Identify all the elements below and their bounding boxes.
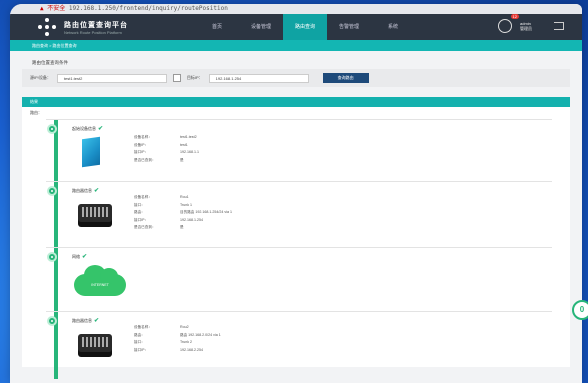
- detail-key: 是否已查到：: [134, 157, 156, 162]
- notification-badge: 12: [510, 14, 519, 19]
- app-title: 路由位置查询平台: [64, 21, 128, 29]
- power-icon[interactable]: 12: [498, 14, 519, 33]
- app-logo-icon: [38, 18, 56, 36]
- route-node: 路由器信息 ✔ 设备名称： Rou1 接口： Trunk 1 路由： 目的路由 192.…: [46, 181, 552, 243]
- user-area: 12 admin 管理员: [498, 14, 564, 33]
- route-node: 起始设备信息 ✔ 设备名称： test1.test2 设备IP： test1 接口IP…: [46, 119, 552, 177]
- main-nav: 首页 设备管理 路由查询 告警管理 系统: [195, 14, 415, 40]
- nav-item-route-query[interactable]: 路由查询: [283, 14, 327, 40]
- node-dot-icon: [47, 252, 57, 262]
- search-panel-title: 路由位置查询条件: [32, 60, 68, 65]
- app-subtitle: Network Route Position Platform: [64, 29, 122, 35]
- brand: 路由位置查询平台 Network Route Position Platform: [64, 20, 128, 35]
- check-icon: ✔: [94, 188, 100, 194]
- detail-key: 设备IP：: [134, 142, 149, 147]
- detail-key: 设备名称：: [134, 135, 152, 139]
- floating-action-button[interactable]: 0: [572, 300, 588, 320]
- detail-key: 设备名称：: [134, 195, 152, 199]
- node-details: 设备名称： Rou1 接口： Trunk 1 路由： 目的路由 192.168.1.2…: [134, 194, 232, 232]
- node-dot-icon: [47, 124, 57, 134]
- nav-item-home[interactable]: 首页: [195, 14, 239, 40]
- route-panel: 路由： 起始设备信息 ✔ 设备名称： test1.test2 设备IP： test1 …: [22, 107, 570, 379]
- security-warning: ▲ 不安全: [40, 5, 66, 12]
- detail-value: test1.test2: [180, 135, 197, 139]
- node-dot-icon: [47, 186, 57, 196]
- detail-value: Rou1: [180, 195, 189, 199]
- cloud-label: INTERNET: [91, 283, 109, 287]
- user-name[interactable]: admin 管理员: [520, 21, 532, 31]
- source-label: 源IP/设备：: [30, 75, 51, 80]
- node-details: 设备名称： test1.test2 设备IP： test1 接口IP： 192.168…: [134, 134, 199, 164]
- dest-input[interactable]: 192.168.1.254: [208, 73, 309, 83]
- route-node: 网络 ✔ INTERNET: [46, 247, 552, 307]
- detail-value: Trunk 2: [180, 340, 193, 344]
- node-title: 网络 ✔: [72, 253, 87, 260]
- detail-value: test1: [180, 142, 188, 147]
- node-dot-icon: [47, 316, 57, 326]
- dest-label: 目标IP：: [186, 75, 203, 80]
- detail-key: 路由：: [134, 332, 145, 337]
- detail-value: 是: [180, 225, 184, 229]
- search-bar: 源IP/设备： test1.test2 目标IP： 192.168.1.254 …: [22, 69, 570, 87]
- logout-icon[interactable]: [554, 22, 564, 30]
- user-line-2: 管理员: [520, 26, 532, 31]
- source-picker-icon[interactable]: [172, 74, 181, 82]
- route-node: 路由器信息 ✔ 设备名称： Rou2 路由： 路由 192.168.2.0/24 vi…: [46, 311, 552, 371]
- detail-key: 路由：: [134, 210, 145, 214]
- route-label: 路由：: [30, 110, 42, 115]
- check-icon: ✔: [94, 318, 100, 324]
- detail-key: 设备名称：: [134, 325, 152, 329]
- detail-value: Trunk 1: [180, 202, 193, 207]
- detail-value: 192.168.1.1: [180, 150, 199, 154]
- node-title-text: 路由器信息: [72, 318, 92, 323]
- browser-url-bar[interactable]: ▲ 不安全 192.168.1.250/frontend/inquiry/rou…: [10, 4, 582, 14]
- check-icon: ✔: [82, 254, 88, 260]
- cloud-icon: INTERNET: [74, 265, 126, 296]
- detail-value: 192.168.1.254: [180, 217, 203, 222]
- result-header: 结果: [22, 97, 570, 107]
- check-icon: ✔: [98, 126, 104, 132]
- node-title-text: 路由器信息: [72, 188, 92, 193]
- detail-key: 是否已查到：: [134, 225, 156, 229]
- node-title: 路由器信息 ✔: [72, 317, 99, 324]
- detail-key: 接口：: [134, 202, 145, 207]
- breadcrumb: 路由查询 > 路由位置查询: [10, 40, 582, 51]
- app-window: ▲ 不安全 192.168.1.250/frontend/inquiry/rou…: [10, 4, 582, 383]
- router-icon: [78, 204, 112, 222]
- router-icon: [78, 334, 112, 352]
- node-title: 起始设备信息 ✔: [72, 125, 103, 132]
- detail-value: 目的路由 192.168.1.254/24 via 1: [180, 210, 232, 214]
- detail-key: 接口IP：: [134, 217, 149, 222]
- detail-key: 接口：: [134, 340, 145, 344]
- detail-value: 路由 192.168.2.0/24 via 1: [180, 332, 221, 337]
- node-details: 设备名称： Rou2 路由： 路由 192.168.2.0/24 via 1 接口：…: [134, 324, 221, 354]
- url-text: 192.168.1.250/frontend/inquiry/routePosi…: [68, 5, 228, 12]
- search-panel: 路由位置查询条件 源IP/设备： test1.test2 目标IP： 192.1…: [22, 57, 570, 87]
- detail-value: 192.168.2.254: [180, 347, 203, 352]
- nav-item-alarms[interactable]: 告警管理: [327, 14, 371, 40]
- node-title-text: 网络: [72, 254, 80, 259]
- source-input[interactable]: test1.test2: [56, 73, 167, 83]
- detail-value: 是: [180, 157, 184, 162]
- top-navigation: 路由位置查询平台 Network Route Position Platform…: [10, 14, 582, 40]
- nav-item-system[interactable]: 系统: [371, 14, 415, 40]
- node-title-text: 起始设备信息: [72, 126, 96, 131]
- nav-item-devices[interactable]: 设备管理: [239, 14, 283, 40]
- query-button[interactable]: 查询路由: [322, 73, 369, 83]
- detail-key: 接口IP：: [134, 150, 149, 154]
- node-title: 路由器信息 ✔: [72, 187, 99, 194]
- server-icon: [82, 136, 100, 168]
- detail-key: 接口IP：: [134, 347, 149, 352]
- detail-value: Rou2: [180, 325, 189, 329]
